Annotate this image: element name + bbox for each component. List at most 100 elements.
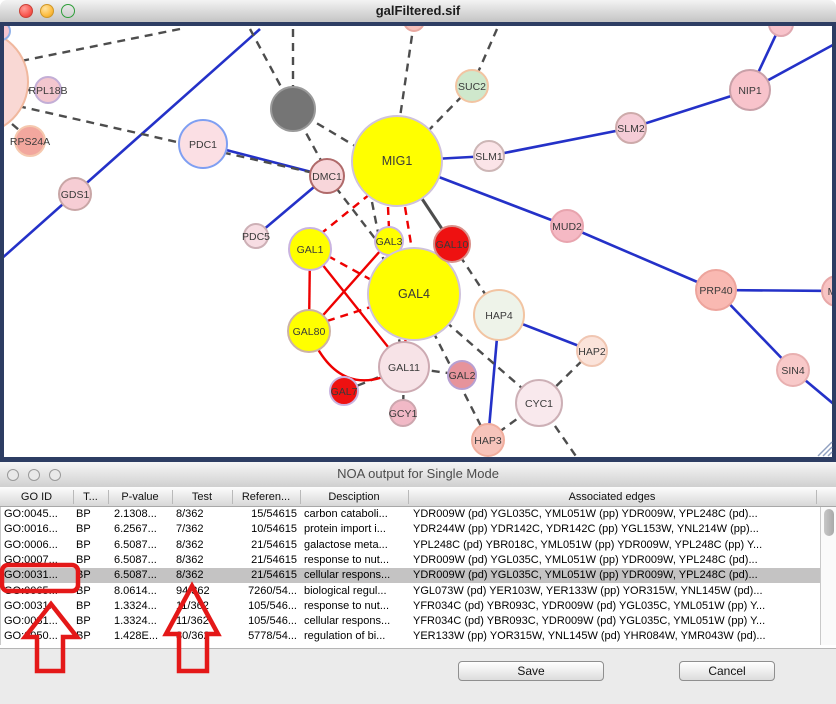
save-button[interactable]: Save	[458, 661, 604, 681]
node-label-RPS24A: RPS24A	[10, 136, 50, 148]
table-cell: BP	[74, 507, 109, 522]
node-label-HAP2: HAP2	[578, 346, 606, 358]
table-row[interactable]: GO:0006...BP6.5087...8/36221/54615galact…	[1, 538, 821, 553]
table-cell: 7260/54...	[233, 584, 301, 599]
table-cell: BP	[74, 599, 109, 614]
network-canvas[interactable]: RPL18BRPS24AGDS1PDC1MIG1DMC1SUC2SLM1SLM2…	[4, 26, 832, 457]
table-cell: GO:0006...	[1, 538, 74, 553]
table-row[interactable]: GO:0065...BP8.0614...94/3627260/54...bio…	[1, 584, 821, 599]
table-cell: BP	[74, 614, 109, 629]
table-cell: response to nut...	[301, 553, 409, 568]
table-cell: biological regul...	[301, 584, 409, 599]
network-window: galFiltered.sif RPL18BRPS24AGDS1PDC1MIG1…	[0, 0, 836, 462]
noa-window-titlebar[interactable]: NOA output for Single Mode	[0, 462, 836, 488]
network-edge	[399, 26, 414, 124]
node-label-GAL2: GAL2	[449, 370, 476, 382]
table-cell: BP	[74, 584, 109, 599]
noa-window-title: NOA output for Single Mode	[0, 466, 836, 481]
table-cell: GO:0050...	[1, 629, 74, 644]
node-label-PDC1: PDC1	[189, 139, 217, 151]
network-edge	[405, 207, 412, 250]
network-window-titlebar[interactable]: galFiltered.sif	[0, 0, 836, 23]
node-label-RPL18B: RPL18B	[28, 85, 67, 97]
node-label-PDC5: PDC5	[242, 231, 270, 243]
table-cell: 11/362	[173, 614, 233, 629]
node-label-GAL1: GAL1	[297, 244, 324, 256]
table-cell: 7/362	[173, 522, 233, 537]
table-cell: GO:0065...	[1, 584, 74, 599]
column-header-test[interactable]: Test	[172, 487, 232, 507]
cancel-button[interactable]: Cancel	[679, 661, 775, 681]
node-label-GAL11: GAL11	[388, 362, 420, 374]
network-edge	[567, 226, 716, 290]
node-label-GDS1: GDS1	[61, 189, 90, 201]
table-cell: YGL073W (pd) YER103W, YER133W (pp) YOR31…	[409, 584, 817, 599]
table-cell: YDR009W (pd) YGL035C, YML051W (pp) YDR00…	[409, 568, 817, 583]
column-header-go-id[interactable]: GO ID	[0, 487, 73, 507]
node-label-HAP4: HAP4	[485, 310, 513, 322]
table-row[interactable]: GO:0031...BP6.5087...8/36221/54615cellul…	[1, 568, 821, 583]
network-edge	[388, 207, 389, 229]
table-cell: YDR009W (pd) YGL035C, YML051W (pp) YDR00…	[409, 507, 817, 522]
network-node-big-left[interactable]	[4, 30, 28, 134]
network-edge	[6, 29, 180, 64]
node-label-MSI: MSI	[828, 286, 832, 298]
table-cell: 8/362	[173, 507, 233, 522]
table-cell: BP	[74, 538, 109, 553]
table-row[interactable]: GO:0031...BP1.3324...11/362105/546...res…	[1, 599, 821, 614]
table-cell: 10/54615	[233, 522, 301, 537]
table-cell: 105/546...	[233, 599, 301, 614]
table-row[interactable]: GO:0031...BP1.3324...11/362105/546...cel…	[1, 614, 821, 629]
network-node-top-partial[interactable]	[404, 26, 424, 31]
table-cell: response to nut...	[301, 599, 409, 614]
network-node-gray[interactable]	[271, 87, 315, 131]
table-cell: GO:0007...	[1, 553, 74, 568]
node-label-GAL7: GAL7	[331, 386, 358, 398]
resize-grip-icon[interactable]	[814, 440, 834, 458]
node-label-SLM1: SLM1	[475, 151, 503, 163]
scrollbar-thumb[interactable]	[824, 509, 834, 536]
table-cell: 94/362	[173, 584, 233, 599]
table-cell: 8.0614...	[109, 584, 173, 599]
network-edge	[489, 128, 631, 156]
table-cell: galactose meta...	[301, 538, 409, 553]
table-cell: 6.2567...	[109, 522, 173, 537]
table-row[interactable]: GO:0050...BP1.428E...80/3625778/54...reg…	[1, 629, 821, 644]
column-header-associated-edges[interactable]: Associated edges	[408, 487, 816, 507]
vertical-scrollbar[interactable]	[820, 507, 836, 645]
table-cell: 8/362	[173, 538, 233, 553]
table-cell: 21/54615	[233, 538, 301, 553]
network-node-corner[interactable]	[4, 26, 10, 40]
table-cell: BP	[74, 522, 109, 537]
table-cell: BP	[74, 568, 109, 583]
column-header-referen-[interactable]: Referen...	[232, 487, 300, 507]
network-node-nip-top[interactable]	[769, 26, 793, 36]
column-header-desciption[interactable]: Desciption	[300, 487, 408, 507]
column-header-p-value[interactable]: P-value	[108, 487, 172, 507]
table-cell: carbon cataboli...	[301, 507, 409, 522]
table-cell: 5778/54...	[233, 629, 301, 644]
table-cell: BP	[74, 553, 109, 568]
table-cell: BP	[74, 629, 109, 644]
table-cell: YPL248C (pd) YBR018C, YML051W (pp) YDR00…	[409, 538, 817, 553]
node-label-SUC2: SUC2	[458, 81, 486, 93]
table-cell: 80/362	[173, 629, 233, 644]
column-header-t-[interactable]: T...	[73, 487, 108, 507]
table-cell: YFR034C (pd) YBR093C, YDR009W (pd) YGL03…	[409, 614, 817, 629]
table-cell: GO:0031...	[1, 599, 74, 614]
table-cell: 21/54615	[233, 553, 301, 568]
table-cell: 8/362	[173, 568, 233, 583]
node-label-DMC1: DMC1	[312, 171, 342, 183]
table-cell: YDR009W (pd) YGL035C, YML051W (pp) YDR00…	[409, 553, 817, 568]
node-label-GAL3: GAL3	[376, 236, 403, 248]
table-cell: 8/362	[173, 553, 233, 568]
network-edge	[318, 194, 370, 236]
table-row[interactable]: GO:0016...BP6.2567...7/36210/54615protei…	[1, 522, 821, 537]
table-cell: cellular respons...	[301, 614, 409, 629]
table-cell: 6.5087...	[109, 568, 173, 583]
node-label-GCY1: GCY1	[389, 408, 418, 420]
table-cell: 6.5087...	[109, 538, 173, 553]
table-cell: 2.1308...	[109, 507, 173, 522]
table-row[interactable]: GO:0007...BP6.5087...8/36221/54615respon…	[1, 553, 821, 568]
table-row[interactable]: GO:0045...BP2.1308...8/36215/54615carbon…	[1, 507, 821, 522]
